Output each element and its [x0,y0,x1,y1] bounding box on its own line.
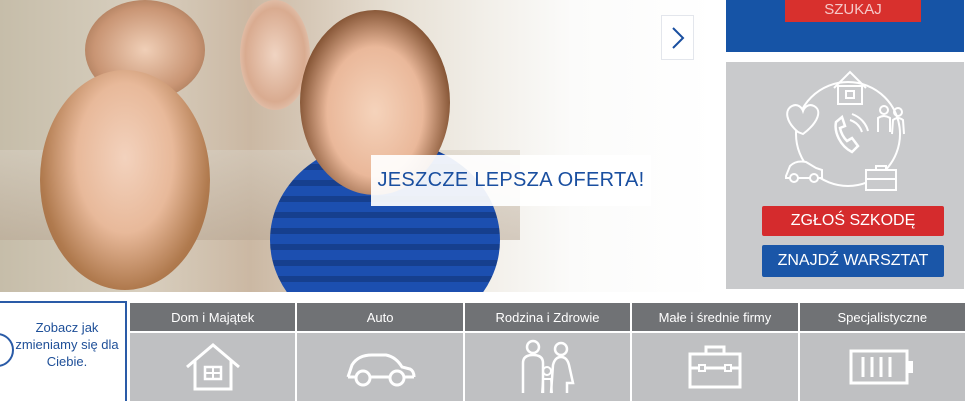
category-label[interactable]: Auto [297,303,463,331]
hero-caption[interactable]: JESZCZE LEPSZA OFERTA! [371,155,651,206]
heart-icon [786,104,820,136]
category-tile[interactable] [130,333,296,401]
search-button[interactable]: SZUKAJ [785,0,921,22]
category-label[interactable]: Rodzina i Zdrowie [464,303,631,331]
house-icon [185,343,240,391]
car-icon [346,353,416,387]
hero-photo-girl [40,70,210,290]
category-auto[interactable]: Auto [297,303,463,401]
category-family[interactable]: Rodzina i Zdrowie [464,303,631,401]
category-tile[interactable] [464,333,631,401]
category-tile[interactable] [297,333,463,401]
car-icon [785,160,823,183]
category-tile[interactable] [632,333,798,401]
promo-text: Zobacz jak zmieniamy się dla Ciebie. [15,320,119,369]
promo-box[interactable]: Zobacz jak zmieniamy się dla Ciebie. [0,301,127,401]
hero-slider[interactable]: JESZCZE LEPSZA OFERTA! [0,0,715,292]
report-claim-button[interactable]: ZGŁOŚ SZKODĘ [762,206,944,236]
category-home[interactable]: Dom i Majątek [130,303,296,401]
chevron-right-icon [671,26,684,49]
family-icon [521,339,575,394]
battery-icon [849,349,914,385]
search-panel: SZUKAJ [726,0,964,52]
family-home-contact-illustration [785,70,905,191]
claim-panel: ZGŁOŚ SZKODĘ ZNAJDŹ WARSZTAT [726,62,964,289]
category-tile[interactable] [799,333,965,401]
find-workshop-button[interactable]: ZNAJDŹ WARSZTAT [762,245,944,277]
category-label[interactable]: Specjalistyczne [799,303,965,331]
briefcase-icon [688,345,742,389]
category-label[interactable]: Dom i Majątek [130,303,296,331]
hero-next-button[interactable] [661,15,694,60]
category-business[interactable]: Małe i średnie firmy [632,303,798,401]
category-specialist[interactable]: Specjalistyczne [799,303,965,401]
category-label[interactable]: Małe i średnie firmy [632,303,798,331]
category-bar: Dom i Majątek Auto Rodzina i Zdrowie Mał… [130,303,965,401]
house-icon [833,70,867,105]
briefcase-icon [865,165,897,191]
